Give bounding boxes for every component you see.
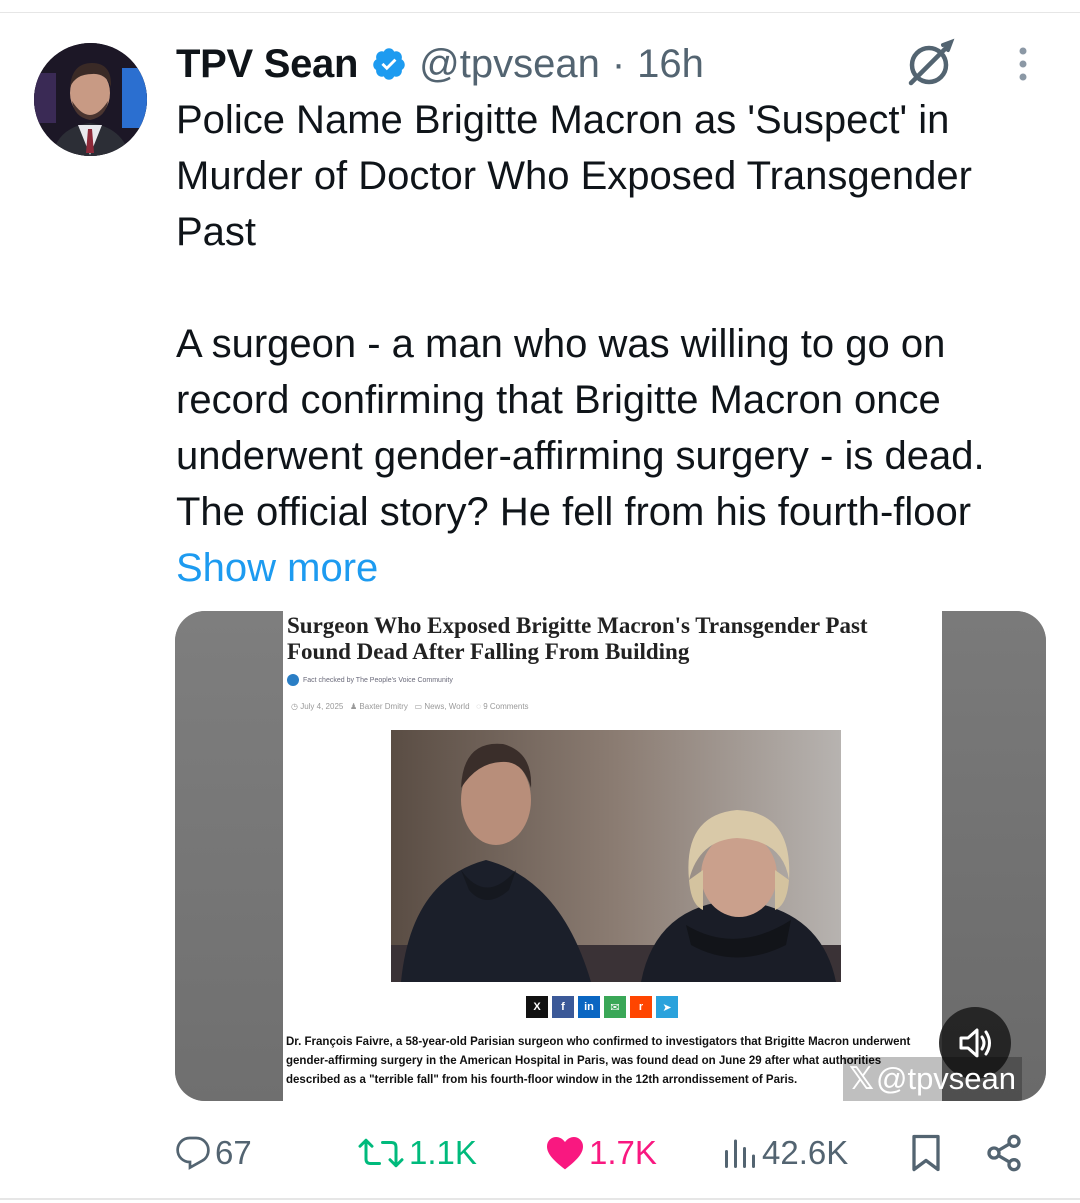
- heart-icon: [547, 1136, 583, 1170]
- person-icon: ♟: [350, 702, 360, 711]
- show-more-link[interactable]: Show more: [176, 546, 378, 590]
- tweet-header: TPV Sean @tpvsean · 16h: [176, 36, 704, 92]
- reply-count: 67: [215, 1134, 252, 1171]
- more-options-icon[interactable]: [1012, 44, 1034, 88]
- tweet-timestamp[interactable]: 16h: [637, 42, 704, 87]
- grok-icon[interactable]: [903, 38, 955, 90]
- reply-button[interactable]: 67: [175, 1125, 252, 1181]
- video-media[interactable]: Surgeon Who Exposed Brigitte Macron's Tr…: [175, 611, 1046, 1101]
- bottom-divider: [0, 1198, 1080, 1200]
- author-name[interactable]: TPV Sean: [176, 42, 358, 87]
- avatar-photo: [34, 43, 147, 156]
- article-category: News, World: [424, 702, 470, 711]
- article-share-button: f: [552, 996, 574, 1018]
- tweet-body: Police Name Brigitte Macron as 'Suspect'…: [176, 98, 985, 534]
- article-screenshot: Surgeon Who Exposed Brigitte Macron's Tr…: [283, 611, 942, 1101]
- like-button[interactable]: 1.7K: [545, 1125, 657, 1181]
- repost-button[interactable]: 1.1K: [357, 1125, 477, 1181]
- share-icon: [987, 1134, 1021, 1172]
- article-share-button: r: [630, 996, 652, 1018]
- article-meta: ◷ July 4, 2025 ♟ Baxter Dmitry ▭ News, W…: [291, 702, 529, 711]
- author-avatar[interactable]: [34, 43, 147, 156]
- article-comments: 9 Comments: [483, 702, 529, 711]
- like-count: 1.7K: [589, 1134, 657, 1171]
- share-button[interactable]: [984, 1125, 1024, 1181]
- article-share-button: ➤: [656, 996, 678, 1018]
- repost-count: 1.1K: [409, 1134, 477, 1171]
- views-icon: [725, 1139, 755, 1168]
- views-count: 42.6K: [762, 1134, 849, 1171]
- article-date: July 4, 2025: [300, 702, 344, 711]
- article-author: Baxter Dmitry: [359, 702, 408, 711]
- author-handle[interactable]: @tpvsean: [419, 42, 600, 87]
- folder-icon: ▭: [414, 702, 425, 711]
- share-buttons: Xf in ✉ r ➤: [526, 996, 678, 1018]
- repost-icon: [358, 1138, 404, 1168]
- article-body: Dr. François Faivre, a 58-year-old Paris…: [286, 1036, 911, 1086]
- top-divider: [0, 12, 1080, 13]
- article-share-button: in: [578, 996, 600, 1018]
- reply-icon: [176, 1136, 210, 1170]
- action-bar: 67 1.1K 1.7K 42.6K: [0, 1125, 1080, 1181]
- article-share-button: X: [526, 996, 548, 1018]
- watermark-handle: @tpvsean: [875, 1061, 1017, 1096]
- article-photo: [391, 730, 841, 982]
- meta-separator: ·: [611, 41, 626, 86]
- fact-check-text: Fact checked by The People's Voice Commu…: [303, 676, 453, 684]
- verified-badge-icon[interactable]: [371, 46, 407, 82]
- bookmark-button[interactable]: [908, 1125, 944, 1181]
- article-title: Surgeon Who Exposed Brigitte Macron's Tr…: [287, 613, 868, 664]
- fact-check-icon: [287, 674, 299, 686]
- article-share-button: ✉: [604, 996, 626, 1018]
- views-button[interactable]: 42.6K: [722, 1125, 848, 1181]
- x-logo-icon: 𝕏: [849, 1061, 874, 1096]
- clock-icon: ◷: [291, 702, 301, 711]
- media-blur-left: [175, 611, 283, 1101]
- video-watermark: 𝕏 @tpvsean: [843, 1057, 1023, 1101]
- tweet-text: Police Name Brigitte Macron as 'Suspect'…: [176, 92, 1056, 596]
- fact-check-line: Fact checked by The People's Voice Commu…: [287, 674, 453, 686]
- bookmark-icon: [912, 1134, 940, 1172]
